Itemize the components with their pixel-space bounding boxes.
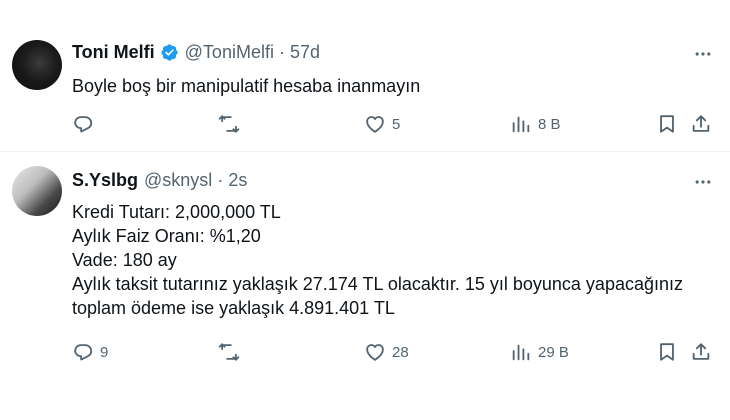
- retweet-icon: [218, 341, 240, 363]
- view-count: 29 B: [538, 343, 569, 361]
- tweet-header: S.Yslbg @sknysl · 2s: [72, 170, 247, 191]
- views-button[interactable]: 8 B: [510, 110, 561, 138]
- bookmark-icon: [656, 341, 678, 363]
- tweet[interactable]: S.Yslbg @sknysl · 2s Kredi Tutarı: 2,000…: [0, 152, 730, 420]
- verified-badge-icon: [160, 43, 179, 62]
- reply-button[interactable]: 9: [72, 338, 108, 366]
- display-name[interactable]: Toni Melfi: [72, 42, 155, 63]
- more-icon[interactable]: [692, 44, 714, 64]
- tweet-text: Boyle boş bir manipulatif hesaba inanmay…: [72, 74, 710, 98]
- avatar[interactable]: [12, 40, 62, 90]
- tweet-text-line: Vade: 180 ay: [72, 250, 177, 270]
- retweet-icon: [218, 113, 240, 135]
- like-count: 5: [392, 115, 401, 133]
- share-button[interactable]: [690, 110, 712, 138]
- tweet-feed: Toni Melfi @ToniMelfi · 57d Boyle boş bi…: [0, 0, 730, 420]
- tweet-text-line: Aylık taksit tutarınız yaklaşık 27.174 T…: [72, 274, 683, 294]
- more-icon[interactable]: [692, 172, 714, 192]
- reply-button[interactable]: [72, 110, 100, 138]
- user-handle[interactable]: @sknysl: [144, 170, 212, 191]
- reply-count: 9: [100, 343, 109, 361]
- reply-icon: [72, 341, 94, 363]
- tweet[interactable]: Toni Melfi @ToniMelfi · 57d Boyle boş bi…: [0, 0, 730, 152]
- avatar[interactable]: [12, 166, 62, 216]
- display-name[interactable]: S.Yslbg: [72, 170, 138, 191]
- heart-icon: [364, 341, 386, 363]
- bookmark-button[interactable]: [656, 110, 678, 138]
- share-button[interactable]: [690, 338, 712, 366]
- share-icon: [690, 113, 712, 135]
- like-count: 28: [392, 343, 409, 361]
- heart-icon: [364, 113, 386, 135]
- tweet-header: Toni Melfi @ToniMelfi · 57d: [72, 42, 320, 63]
- retweet-button[interactable]: [218, 110, 246, 138]
- views-icon: [510, 341, 532, 363]
- share-icon: [690, 341, 712, 363]
- action-bar: 5 8 B: [72, 110, 718, 138]
- bookmark-button[interactable]: [656, 338, 678, 366]
- tweet-text-line: Boyle boş bir manipulatif hesaba inanmay…: [72, 76, 421, 96]
- user-handle[interactable]: @ToniMelfi: [185, 42, 274, 63]
- tweet-text-line: toplam ödeme ise yaklaşık 4.891.401 TL: [72, 298, 395, 318]
- like-button[interactable]: 5: [364, 110, 400, 138]
- timestamp[interactable]: 2s: [228, 170, 247, 191]
- separator-dot: ·: [217, 170, 224, 190]
- timestamp[interactable]: 57d: [290, 42, 320, 63]
- tweet-text-line: Aylık Faiz Oranı: %1,20: [72, 226, 261, 246]
- tweet-text: Kredi Tutarı: 2,000,000 TL Aylık Faiz Or…: [72, 200, 710, 320]
- views-button[interactable]: 29 B: [510, 338, 569, 366]
- reply-icon: [72, 113, 94, 135]
- views-icon: [510, 113, 532, 135]
- view-count: 8 B: [538, 115, 561, 133]
- retweet-button[interactable]: [218, 338, 246, 366]
- tweet-text-line: Kredi Tutarı: 2,000,000 TL: [72, 202, 281, 222]
- like-button[interactable]: 28: [364, 338, 409, 366]
- separator-dot: ·: [278, 42, 285, 62]
- bookmark-icon: [656, 113, 678, 135]
- action-bar: 9 28 29 B: [72, 338, 718, 366]
